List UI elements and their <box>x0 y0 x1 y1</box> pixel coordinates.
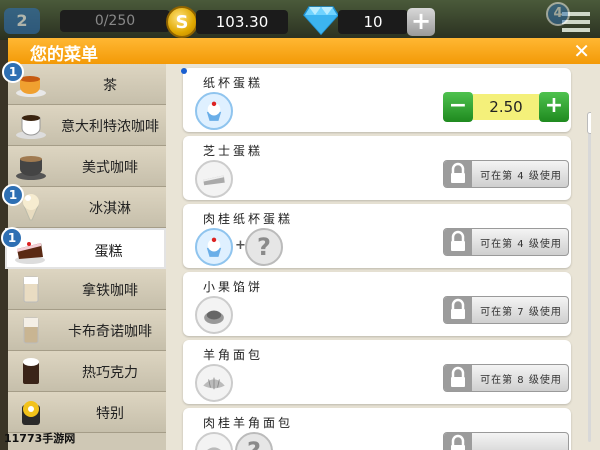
americano-cup-icon <box>16 156 46 180</box>
item-name: 肉桂羊角面包 <box>203 416 294 430</box>
price-stepper: − 2.50 + <box>443 92 569 122</box>
category-americano[interactable]: 美式咖啡 <box>8 146 166 187</box>
category-label: 特别 <box>96 406 124 422</box>
level-badge: 2 <box>4 8 40 34</box>
item-list: 纸杯蛋糕 − 2.50 + 芝士蛋糕 可在第 4 级使用 肉桂纸杯蛋糕 + ? <box>175 64 591 450</box>
menu-item-row: 羊角面包 可在第 8 级使用 <box>183 340 571 404</box>
increase-price-button[interactable]: + <box>539 92 569 122</box>
top-hud-bar: 2 0/250 S 103.30 10 + 4 <box>0 0 600 40</box>
croissant-icon <box>195 364 233 402</box>
category-sidebar: 1 茶 意大利特浓咖啡 美式咖啡 1 冰淇淋 1 蛋糕 拿铁咖啡 卡布奇诺咖啡 <box>1 61 166 450</box>
item-name: 小果馅饼 <box>203 280 264 294</box>
unlock-level-text: 可在第 4 级使用 <box>480 171 562 182</box>
menu-item-row: 肉桂纸杯蛋糕 + ? 可在第 4 级使用 <box>183 204 571 268</box>
locked-button: 可在第 8 级使用 <box>443 364 569 392</box>
tart-icon <box>195 296 233 334</box>
category-cake[interactable]: 1 蛋糕 <box>1 227 166 269</box>
unlock-level-text: 可在第 7 级使用 <box>480 307 562 318</box>
category-latte[interactable]: 拿铁咖啡 <box>8 269 166 310</box>
menu-panel: 您的菜单 ✕ 1 茶 意大利特浓咖啡 美式咖啡 1 冰淇淋 1 蛋糕 拿铁咖啡 … <box>1 38 600 450</box>
padlock-icon <box>444 297 472 323</box>
panel-title: 您的菜单 <box>30 45 98 65</box>
category-label: 冰淇淋 <box>89 201 131 217</box>
cinnamon-croissant-icon <box>195 432 233 450</box>
menu-item-row: 小果馅饼 可在第 7 级使用 <box>183 272 571 336</box>
menu-notification-badge: 4 <box>546 2 570 26</box>
cinnamon-cupcake-icon <box>195 228 233 266</box>
cheesecake-icon <box>195 160 233 198</box>
coin-icon: S <box>166 6 198 38</box>
espresso-cup-icon <box>16 115 46 139</box>
buy-gems-button[interactable]: + <box>407 8 435 36</box>
latte-glass-icon <box>23 276 39 303</box>
item-name: 纸杯蛋糕 <box>203 76 264 90</box>
panel-header: 您的菜单 ✕ <box>8 38 600 65</box>
site-watermark: 11773手游网 <box>4 432 76 445</box>
menu-item-row: 肉桂羊角面包 ? <box>183 408 571 450</box>
padlock-icon <box>444 433 472 450</box>
menu-item-row: 芝士蛋糕 可在第 4 级使用 <box>183 136 571 200</box>
unlock-level-text: 可在第 4 级使用 <box>480 239 562 250</box>
category-label: 拿铁咖啡 <box>82 283 138 299</box>
price-value: 2.50 <box>473 94 539 120</box>
category-label: 卡布奇诺咖啡 <box>68 324 152 340</box>
menu-item-row: 纸杯蛋糕 − 2.50 + <box>181 68 571 132</box>
selected-indicator-dot <box>181 68 187 74</box>
category-hot-chocolate[interactable]: 热巧克力 <box>8 351 166 392</box>
category-espresso[interactable]: 意大利特浓咖啡 <box>8 105 166 146</box>
locked-button: 可在第 7 级使用 <box>443 296 569 324</box>
category-ice-cream[interactable]: 1 冰淇淋 <box>2 184 166 228</box>
category-label: 茶 <box>103 78 117 94</box>
unknown-ingredient-icon: ? <box>235 432 273 450</box>
category-badge: 1 <box>2 184 24 206</box>
padlock-icon <box>444 161 472 187</box>
cupcake-icon <box>195 92 233 130</box>
gem-balance: 10 <box>338 10 408 34</box>
decrease-price-button[interactable]: − <box>443 92 473 122</box>
coin-balance: 103.30 <box>196 10 288 34</box>
category-cappuccino[interactable]: 卡布奇诺咖啡 <box>8 310 166 351</box>
locked-button: 可在第 4 级使用 <box>443 160 569 188</box>
cappuccino-glass-icon <box>23 317 39 344</box>
diamond-icon <box>303 6 339 35</box>
category-badge: 1 <box>1 227 23 249</box>
category-label: 热巧克力 <box>82 365 138 381</box>
category-special[interactable]: 特别 <box>8 392 166 433</box>
scrollbar-thumb[interactable] <box>587 112 591 134</box>
category-label: 意大利特浓咖啡 <box>61 119 159 135</box>
unlock-level-text: 可在第 8 级使用 <box>480 375 562 386</box>
locked-button: 可在第 4 级使用 <box>443 228 569 256</box>
locked-button <box>443 432 569 450</box>
item-name: 肉桂纸杯蛋糕 <box>203 212 294 226</box>
item-name: 芝士蛋糕 <box>203 144 264 158</box>
unknown-ingredient-icon: ? <box>245 228 283 266</box>
item-name: 羊角面包 <box>203 348 264 362</box>
category-badge: 1 <box>2 61 24 83</box>
padlock-icon <box>444 365 472 391</box>
padlock-icon <box>444 229 472 255</box>
category-tea[interactable]: 1 茶 <box>2 61 166 105</box>
close-icon[interactable]: ✕ <box>573 39 590 63</box>
hot-chocolate-icon <box>23 358 39 384</box>
special-icon <box>22 401 40 425</box>
category-label: 美式咖啡 <box>82 160 138 176</box>
category-label: 蛋糕 <box>94 244 123 260</box>
xp-progress: 0/250 <box>60 10 170 32</box>
list-scrollbar[interactable] <box>587 112 591 442</box>
